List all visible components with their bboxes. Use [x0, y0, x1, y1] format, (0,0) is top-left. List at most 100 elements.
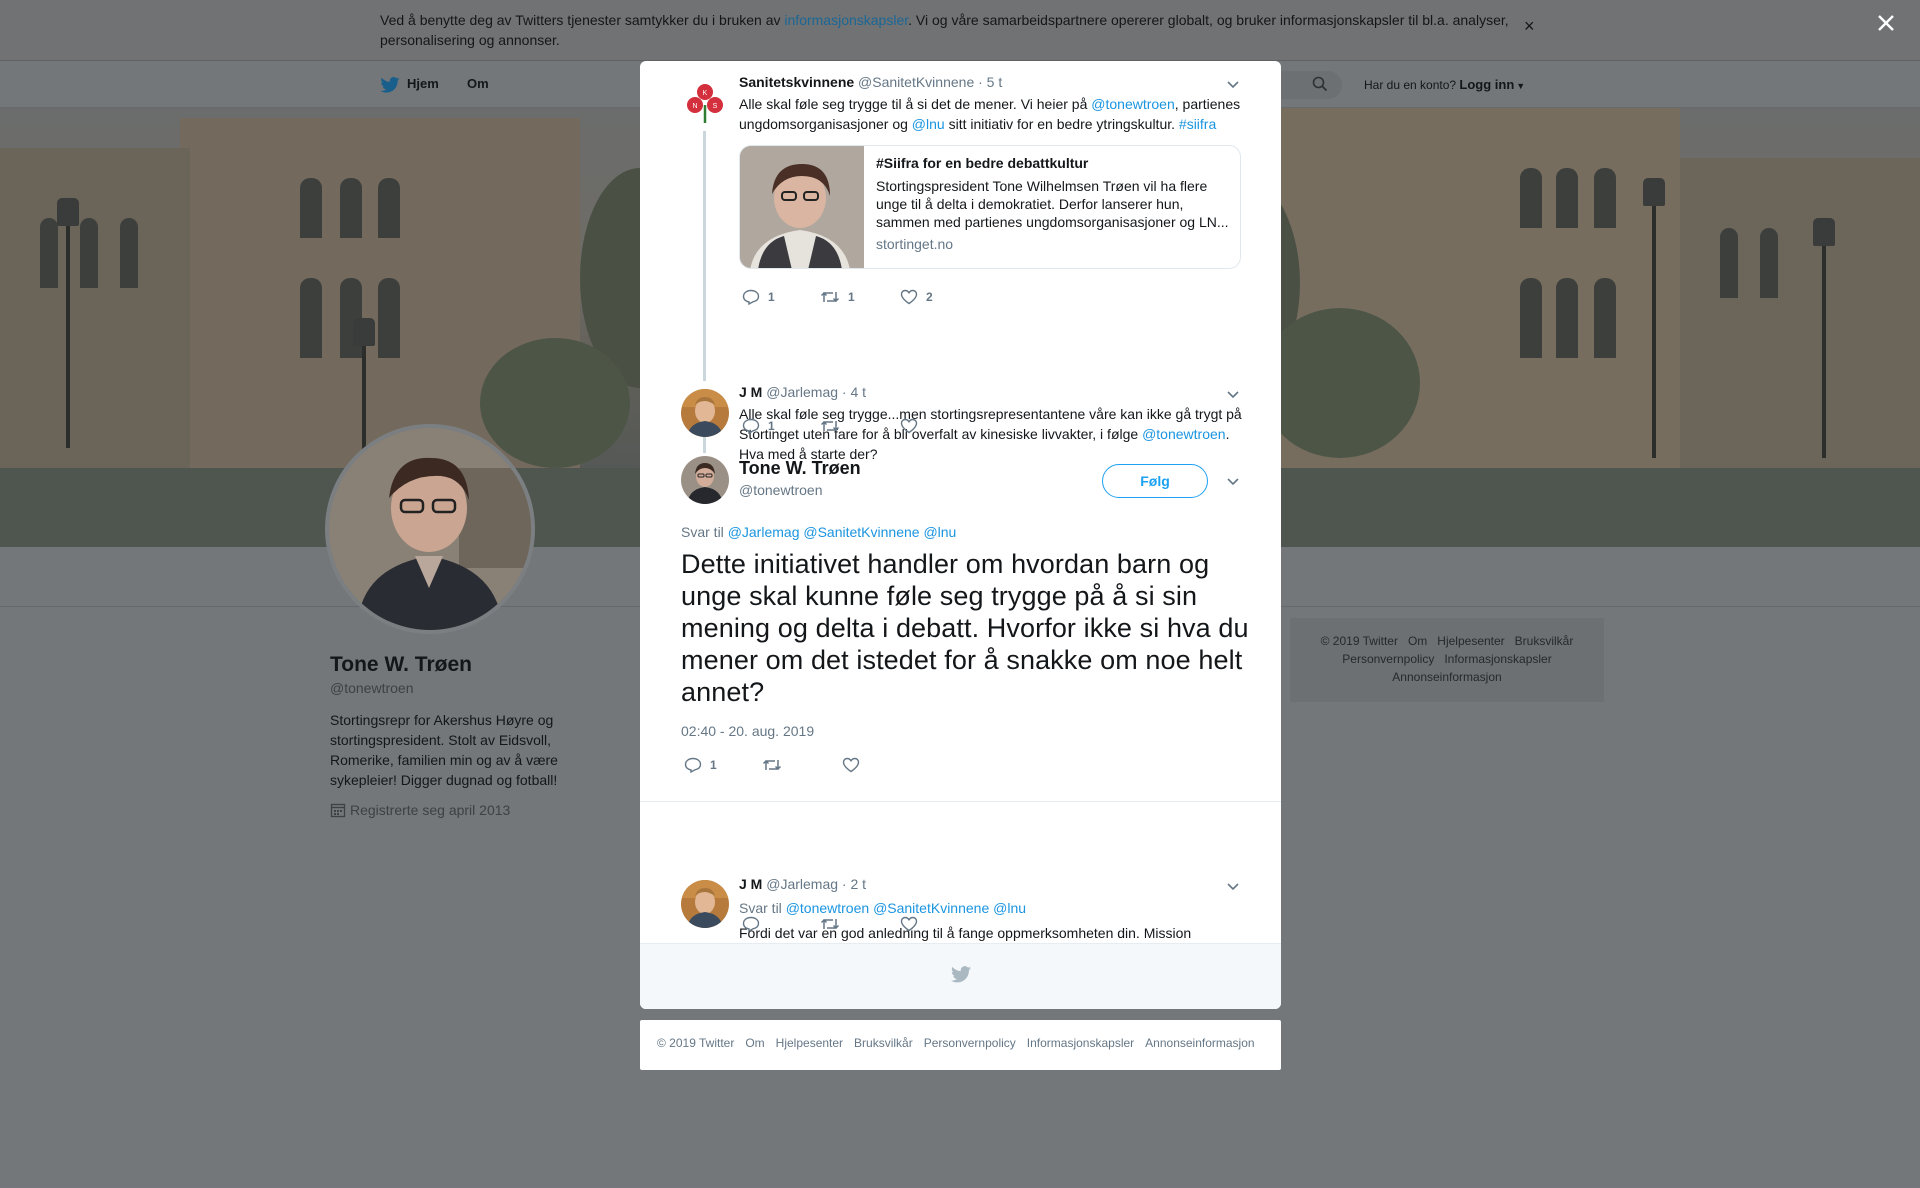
side-footer-copyright: © 2019 Twitter: [1320, 634, 1398, 648]
like-icon[interactable]: [900, 916, 918, 932]
retweet-action[interactable]: 1: [820, 289, 855, 305]
like-icon[interactable]: [900, 289, 918, 305]
chevron-down-icon[interactable]: [1226, 387, 1240, 401]
side-footer-terms[interactable]: Bruksvilkår: [1515, 634, 1574, 648]
card-title: #Siifra for en bedre debattkultur: [876, 155, 1089, 171]
side-footer-help[interactable]: Hjelpesenter: [1437, 634, 1504, 648]
tweet-author-name[interactable]: J M: [739, 876, 762, 892]
tweet-actions: 1 1 2: [742, 289, 1042, 309]
reply-action[interactable]: [742, 916, 760, 932]
retweet-icon[interactable]: [820, 418, 840, 434]
twitter-bird-icon[interactable]: [380, 77, 400, 93]
footer-help[interactable]: Hjelpesenter: [776, 1036, 843, 1050]
chevron-down-icon[interactable]: [1226, 879, 1240, 893]
tweet-sanitetskvinnene[interactable]: K N S Sanitetskvinnene @SanitetKvinnene …: [640, 61, 1281, 321]
footer-terms[interactable]: Bruksvilkår: [854, 1036, 913, 1050]
nav-home-link[interactable]: Hjem: [407, 76, 439, 91]
profile-handle[interactable]: @tonewtroen: [330, 680, 413, 696]
tweet-author-handle[interactable]: @SanitetKvinnene: [858, 74, 974, 90]
chevron-down-icon[interactable]: [1226, 77, 1240, 91]
reply-action[interactable]: 1: [742, 289, 775, 305]
main-tweet-author-name[interactable]: Tone W. Trøen: [739, 458, 861, 479]
follow-button[interactable]: Følg: [1102, 464, 1208, 498]
like-icon[interactable]: [842, 757, 860, 773]
like-icon[interactable]: [900, 418, 918, 434]
footer-privacy[interactable]: Personvernpolicy: [924, 1036, 1016, 1050]
nav-about-link[interactable]: Om: [467, 76, 489, 91]
like-action[interactable]: [842, 757, 860, 773]
retweet-action[interactable]: [820, 916, 840, 932]
main-tweet-author-handle[interactable]: @tonewtroen: [739, 482, 822, 498]
footer-copyright: © 2019 Twitter: [657, 1036, 735, 1050]
main-tweet-actions: 1: [684, 757, 984, 777]
mention-link[interactable]: @lnu: [923, 524, 956, 540]
tweet-author-name[interactable]: Sanitetskvinnene: [739, 74, 854, 90]
side-footer-about[interactable]: Om: [1408, 634, 1427, 648]
mention-link[interactable]: @tonewtroen: [786, 900, 869, 916]
profile-name[interactable]: Tone W. Trøen: [330, 653, 472, 677]
hashtag-link[interactable]: #siifra: [1179, 116, 1216, 132]
reply-to-label: Svar til: [681, 524, 728, 540]
mention-link[interactable]: @lnu: [912, 116, 945, 132]
mention-link[interactable]: @tonewtroen: [1091, 96, 1174, 112]
retweet-icon[interactable]: [762, 757, 782, 773]
reply-icon[interactable]: [742, 916, 760, 932]
cookie-link[interactable]: informasjonskapsler: [784, 12, 908, 28]
chevron-down-icon[interactable]: ▼: [1516, 81, 1525, 91]
reply-icon[interactable]: [684, 757, 702, 773]
retweet-icon[interactable]: [820, 916, 840, 932]
tweet-header: Sanitetskvinnene @SanitetKvinnene · 5 t: [739, 74, 1002, 90]
reply-count: 1: [710, 758, 717, 772]
mention-link[interactable]: @lnu: [993, 900, 1026, 916]
mention-link[interactable]: @Jarlemag: [728, 524, 800, 540]
banner-building-far-right: [1680, 158, 1920, 478]
card-image: [740, 146, 864, 268]
like-action[interactable]: [900, 418, 918, 434]
like-action[interactable]: [900, 916, 918, 932]
mention-link[interactable]: @SanitetKvinnene: [803, 524, 919, 540]
tweet-time[interactable]: · 4 t: [842, 384, 866, 400]
avatar-jarlemag[interactable]: [681, 389, 729, 437]
main-tweet-timestamp[interactable]: 02:40 - 20. aug. 2019: [681, 723, 814, 739]
avatar-jarlemag[interactable]: [681, 880, 729, 928]
link-card[interactable]: #Siifra for en bedre debattkultur Storti…: [739, 145, 1241, 269]
side-footer-cookies[interactable]: Informasjonskapsler: [1444, 652, 1551, 666]
profile-joined: Registrerte seg april 2013: [330, 802, 510, 818]
reply-action[interactable]: 1: [742, 418, 775, 434]
reply-icon[interactable]: [742, 289, 760, 305]
profile-avatar[interactable]: [325, 424, 535, 634]
tweet-author-handle[interactable]: @Jarlemag: [766, 384, 838, 400]
tweet-text-part: sitt initiativ for en bedre ytringskultu…: [944, 116, 1179, 132]
footer-ads[interactable]: Annonseinformasjon: [1145, 1036, 1254, 1050]
reply-action[interactable]: 1: [684, 757, 717, 773]
card-description: Stortingspresident Tone Wilhelmsen Trøen…: [876, 178, 1229, 230]
chevron-down-icon[interactable]: [1226, 474, 1240, 488]
tweet-header: J M @Jarlemag · 2 t: [739, 876, 866, 892]
login-link[interactable]: Logg inn: [1459, 77, 1514, 92]
tweet-time[interactable]: · 5 t: [978, 74, 1002, 90]
footer-cookies[interactable]: Informasjonskapsler: [1027, 1036, 1134, 1050]
retweet-action[interactable]: [820, 418, 840, 434]
close-icon[interactable]: [1875, 12, 1897, 34]
retweet-action[interactable]: [762, 757, 782, 773]
tweet-author-name[interactable]: J M: [739, 384, 762, 400]
tweet-author-handle[interactable]: @Jarlemag: [766, 876, 838, 892]
like-action[interactable]: 2: [900, 289, 933, 305]
avatar-sanitetskvinnene[interactable]: K N S: [681, 79, 729, 127]
side-footer-ads[interactable]: Annonseinformasjon: [1392, 670, 1501, 684]
tweet-time[interactable]: · 2 t: [842, 876, 866, 892]
side-footer-privacy[interactable]: Personvernpolicy: [1342, 652, 1434, 666]
account-prompt: Har du en konto?: [1364, 78, 1457, 92]
search-icon[interactable]: [1312, 76, 1328, 92]
mention-link[interactable]: @tonewtroen: [1142, 426, 1225, 442]
reply-count: 1: [768, 290, 775, 304]
avatar-tonewtroen[interactable]: [681, 456, 729, 504]
cookie-close-button[interactable]: ×: [1524, 16, 1535, 37]
tweet-jarlemag-1[interactable]: J M @Jarlemag · 4 t Alle skal føle seg t…: [640, 321, 1281, 462]
reply-icon[interactable]: [742, 418, 760, 434]
mention-link[interactable]: @SanitetKvinnene: [873, 900, 989, 916]
retweet-icon[interactable]: [820, 289, 840, 305]
cookie-banner-text: Ved å benytte deg av Twitters tjenester …: [380, 10, 1520, 50]
footer-about[interactable]: Om: [745, 1036, 764, 1050]
tweet-reply-to: Svar til @tonewtroen @SanitetKvinnene @l…: [739, 900, 1026, 916]
